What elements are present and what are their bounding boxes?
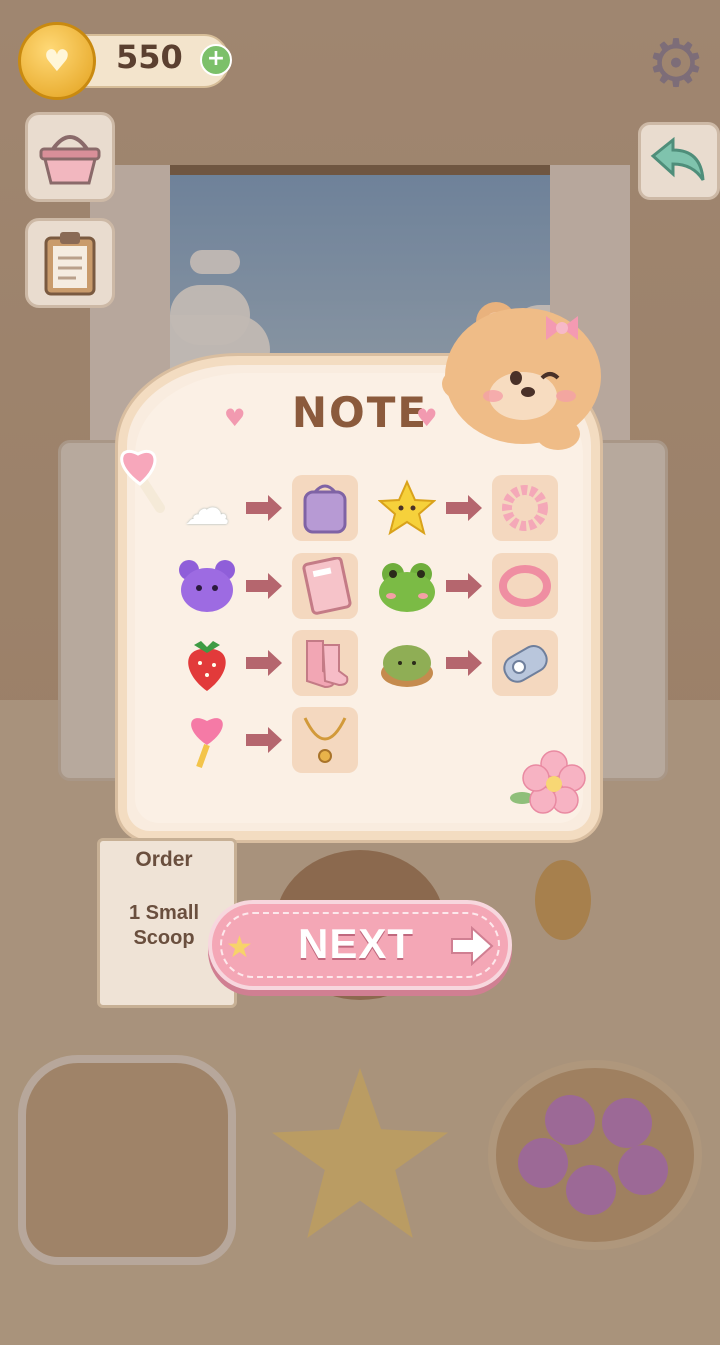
gear-icon: ⚙: [646, 25, 706, 102]
scoop-spoon[interactable]: [535, 860, 591, 940]
star-charm-icon: [376, 477, 438, 539]
matcha-tart-charm-icon: [376, 632, 438, 694]
pink-scrunchie-icon: [492, 475, 558, 541]
recipe-row: [176, 553, 358, 619]
arrow-icon: [246, 495, 282, 521]
back-button[interactable]: [638, 122, 720, 200]
arrow-icon: [246, 650, 282, 676]
cloud-charm-icon: ☁: [184, 481, 230, 535]
star-icon: ★: [226, 930, 253, 965]
arrow-icon: [446, 650, 482, 676]
settings-button[interactable]: ⚙: [640, 28, 712, 100]
add-coins-button[interactable]: +: [200, 44, 232, 76]
strawberry-charm-icon: [176, 632, 238, 694]
note-title: NOTE: [291, 388, 429, 437]
purple-bear-charm-icon: [176, 555, 238, 617]
flower-decoration-icon: [510, 750, 586, 814]
pink-bracelet-icon: [492, 553, 558, 619]
correction-tape-icon: [492, 630, 558, 696]
purple-bag-icon: [292, 475, 358, 541]
pink-socks-icon: [292, 630, 358, 696]
arrow-icon: [446, 573, 482, 599]
back-arrow-icon: [650, 136, 705, 181]
basket-icon: [39, 135, 101, 185]
frog-charm-icon: [376, 555, 438, 617]
recipe-row: [176, 707, 358, 773]
heart-wand-charm-icon: [176, 709, 238, 771]
recipe-row: ☁: [176, 475, 358, 541]
clipboard-icon: [44, 232, 96, 296]
gold-necklace-icon: [292, 707, 358, 773]
right-arrow-icon: [451, 926, 494, 966]
bear-tray[interactable]: [18, 1055, 236, 1265]
recipe-row: [176, 630, 358, 696]
arrow-icon: [446, 495, 482, 521]
arrow-icon: [246, 727, 282, 753]
recipe-row: [376, 475, 558, 541]
next-button-label: NEXT: [298, 920, 415, 967]
recipe-row: [376, 553, 558, 619]
orders-clipboard-button[interactable]: [25, 218, 115, 308]
bear-mascot-icon: [442, 302, 601, 450]
coin-value: 550: [116, 38, 183, 76]
heart-coin-icon: ♥: [18, 22, 96, 100]
order-quantity: 1 Small: [128, 902, 200, 924]
recipe-row: [376, 630, 558, 696]
notebook-icon: [292, 553, 358, 619]
heart-lollipop-icon: [120, 449, 165, 513]
basket-button[interactable]: [25, 112, 115, 202]
heart-decoration-icon: ♥: [416, 404, 438, 432]
order-title: Order: [135, 848, 193, 871]
arrow-icon: [246, 573, 282, 599]
